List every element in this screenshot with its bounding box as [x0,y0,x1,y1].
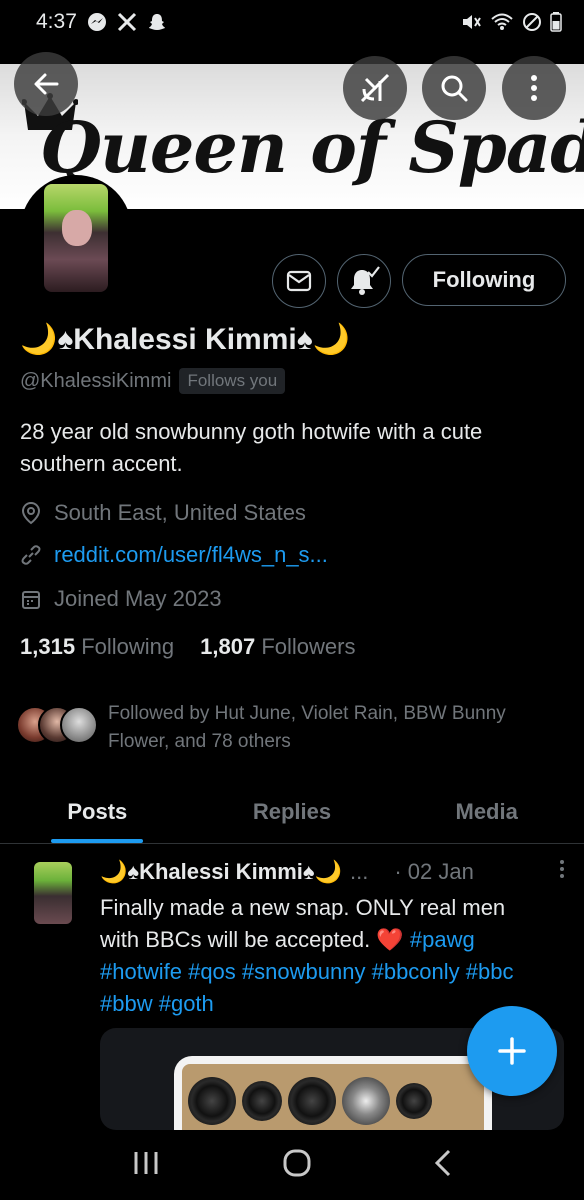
post-text: Finally made a new snap. ONLY real men w… [100,892,550,1020]
profile-tabs: Posts Replies Media [0,780,584,844]
compose-button[interactable] [467,1006,557,1096]
hashtag[interactable]: #hotwife [100,959,182,984]
more-vertical-icon [531,75,537,101]
hashtag[interactable]: #snowbunny [242,959,366,984]
back-button[interactable] [14,52,78,116]
more-button[interactable] [502,56,566,120]
joined-text: Joined May 2023 [54,586,222,611]
mute-icon [460,12,482,32]
back-arrow-icon [34,73,59,95]
hashtag[interactable]: #bbc [466,959,514,984]
followers-stat[interactable]: 1,807 Followers [200,634,355,660]
hashtag[interactable]: #bbw [100,991,153,1016]
handle: @KhalessiKimmi [20,369,172,392]
tab-posts[interactable]: Posts [0,780,195,843]
followers-label: Followers [261,634,356,659]
banner-title: Queen of Spades [40,106,584,189]
bell-check-icon [351,266,380,295]
post-header: 🌙♠Khalessi Kimmi♠🌙 ... · 02 Jan [100,858,566,886]
hashtag[interactable]: #qos [188,959,236,984]
more-vertical-icon [560,860,564,878]
profile-link[interactable]: reddit.com/user/fl4ws_n_s... [54,542,328,568]
following-button[interactable]: Following [402,254,566,306]
android-nav-bar [0,1130,584,1200]
back-icon [435,1149,451,1176]
following-count: 1,315 [20,634,76,659]
profile-avatar[interactable] [20,175,132,301]
dnd-icon [522,12,542,32]
wifi-icon [490,12,514,32]
post-more-button[interactable] [558,858,566,886]
notify-button[interactable] [337,254,391,308]
display-name: 🌙♠Khalessi Kimmi♠🌙 [20,323,350,356]
followers-count: 1,807 [200,634,256,659]
location-row: South East, United States [20,500,306,526]
status-bar: 4:37 [0,0,584,44]
recents-button[interactable] [131,1149,161,1182]
following-label: Following [81,634,175,659]
link-row: reddit.com/user/fl4ws_n_s... [20,542,328,568]
followed-by-text: Followed by Hut June, Violet Rain, BBW B… [108,703,506,752]
post-author[interactable]: 🌙♠Khalessi Kimmi♠🌙 [100,859,342,885]
post-avatar[interactable] [34,862,72,924]
calendar-icon [22,591,40,609]
bio: 28 year old snowbunny goth hotwife with … [20,419,483,476]
search-button[interactable] [422,56,486,120]
post-date: · 02 Jan [394,859,474,884]
snapchat-icon [147,12,167,32]
tab-replies[interactable]: Replies [195,780,390,843]
follows-you-badge: Follows you [179,368,286,394]
following-stat[interactable]: 1,315 Following [20,634,174,660]
followed-by-avatars [16,706,98,746]
joined-row: Joined May 2023 [20,586,222,612]
hashtag[interactable]: #goth [159,991,214,1016]
status-time: 4:37 [36,10,77,33]
message-button[interactable] [272,254,326,308]
home-button[interactable] [282,1148,312,1183]
follow-stats: 1,315 Following 1,807 Followers [20,634,355,660]
post-ellipsis: ... [350,859,369,884]
location-pin-icon [21,501,41,525]
grok-button[interactable] [343,56,407,120]
hashtag[interactable]: #pawg [410,927,475,952]
avatar-image [44,184,108,292]
envelope-icon [286,270,312,292]
tab-media[interactable]: Media [389,780,584,843]
plus-icon [498,1037,526,1065]
back-nav-button[interactable] [433,1148,453,1183]
hashtag[interactable]: #bbconly [372,959,460,984]
location-text: South East, United States [54,500,306,525]
home-icon [283,1149,311,1176]
grok-icon [360,73,390,103]
link-icon [21,545,41,565]
followed-by[interactable]: Followed by Hut June, Violet Rain, BBW B… [16,700,568,756]
avatar [60,706,98,744]
messenger-icon [87,12,107,32]
search-icon [441,75,468,102]
media-image [174,1056,492,1130]
recents-icon [134,1151,158,1174]
battery-icon [550,12,562,32]
handle-row: @KhalessiKimmi Follows you [20,368,286,394]
x-icon [117,12,137,32]
